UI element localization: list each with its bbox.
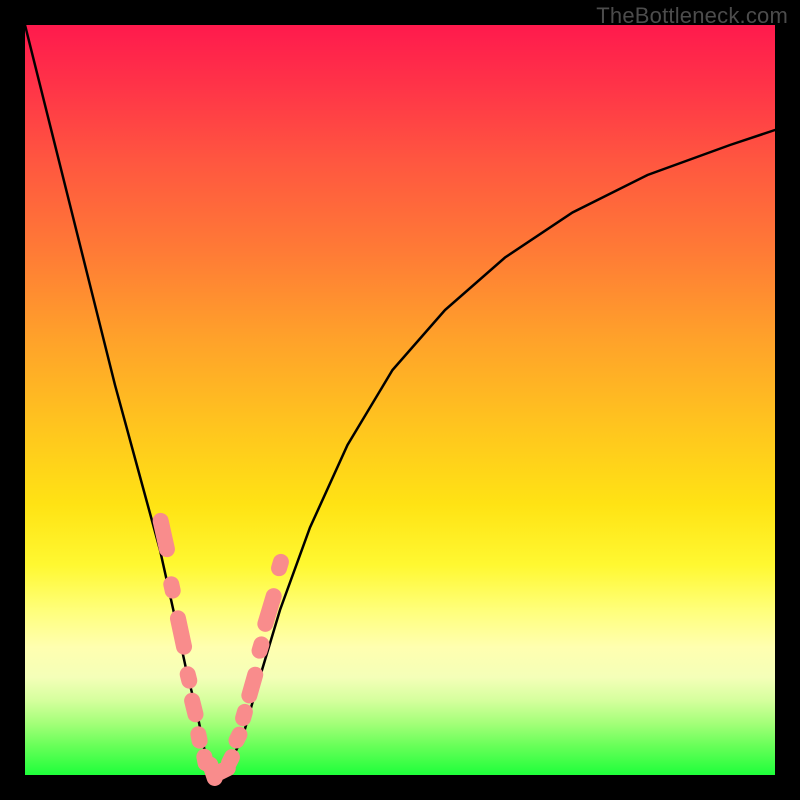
curve-marker xyxy=(195,747,215,772)
curve-marker xyxy=(255,586,283,634)
bottleneck-curve xyxy=(25,25,775,775)
curve-marker xyxy=(233,702,255,728)
curve-marker xyxy=(205,757,239,785)
curve-marker xyxy=(168,609,193,656)
curve-marker xyxy=(239,665,265,705)
chart-svg xyxy=(25,25,775,775)
curve-marker xyxy=(250,634,272,660)
curve-marker xyxy=(162,575,182,600)
curve-marker xyxy=(200,755,225,789)
curve-marker xyxy=(189,725,209,750)
curve-marker xyxy=(178,665,199,691)
curve-marker xyxy=(269,552,291,578)
curve-marker xyxy=(182,691,205,724)
curve-marker xyxy=(226,724,250,751)
curve-marker xyxy=(218,746,242,773)
curve-marker xyxy=(151,511,176,558)
plot-area xyxy=(25,25,775,775)
outer-frame: TheBottleneck.com xyxy=(0,0,800,800)
